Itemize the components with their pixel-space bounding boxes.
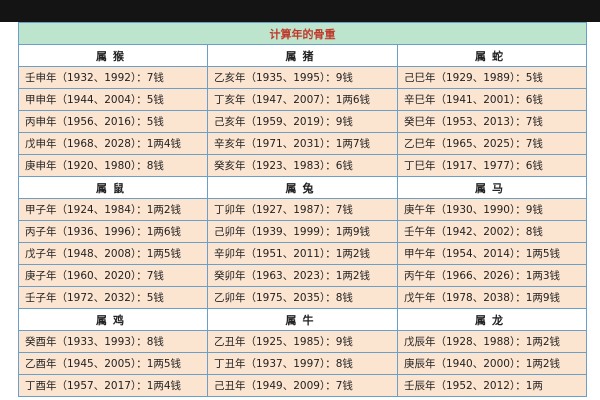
zodiac-header: 属马	[396, 176, 588, 199]
table-row: 丙申年（1956、2016）：5钱 己亥年（1959、2019）：9钱 癸巳年（19…	[18, 110, 588, 133]
year-weight-cell: 己亥年（1959、2019）：9钱	[207, 110, 398, 133]
year-weight-cell: 辛亥年（1971、2031）：1两7钱	[207, 132, 398, 155]
year-weight-cell: 辛巳年（1941、2001）：6钱	[396, 88, 588, 111]
year-weight-cell: 己丑年（1949、2009）：7钱	[207, 374, 398, 397]
year-weight-cell: 丙子年（1936、1996）：1两6钱	[18, 220, 208, 243]
year-weight-cell: 庚辰年（1940、2000）：1两2钱	[396, 352, 588, 375]
year-weight-cell: 戊申年（1968、2028）：1两4钱	[18, 132, 208, 155]
year-weight-cell: 乙酉年（1945、2005）：1两5钱	[18, 352, 208, 375]
year-weight-cell: 庚子年（1960、2020）：7钱	[18, 264, 208, 287]
year-weight-cell: 庚午年（1930、1990）：9钱	[396, 198, 588, 221]
section-header-row: 属鼠 属兔 属马	[18, 176, 588, 199]
table-row: 乙酉年（1945、2005）：1两5钱 丁丑年（1937、1997）：8钱 庚辰年（…	[18, 352, 588, 375]
table-title: 计算年的骨重	[18, 22, 588, 45]
year-weight-cell: 甲申年（1944、2004）：5钱	[18, 88, 208, 111]
year-weight-cell: 癸酉年（1933、1993）：8钱	[18, 330, 208, 353]
year-weight-cell: 己卯年（1939、1999）：1两9钱	[207, 220, 398, 243]
zodiac-header: 属龙	[396, 308, 588, 331]
year-weight-cell: 壬午年（1942、2002）：8钱	[396, 220, 588, 243]
table-row: 甲申年（1944、2004）：5钱 丁亥年（1947、2007）：1两6钱 辛巳年（…	[18, 88, 588, 111]
table-row: 壬子年（1972、2032）：5钱 乙卯年（1975、2035）：8钱 戊午年（19…	[18, 286, 588, 309]
year-weight-cell: 甲午年（1954、2014）：1两5钱	[396, 242, 588, 265]
zodiac-header: 属猴	[18, 44, 208, 67]
year-weight-cell: 壬辰年（1952、2012）：1两	[396, 374, 588, 397]
table-row: 癸酉年（1933、1993）：8钱 乙丑年（1925、1985）：9钱 戊辰年（19…	[18, 330, 588, 353]
year-weight-cell: 己巳年（1929、1989）：5钱	[396, 66, 588, 89]
zodiac-header: 属蛇	[396, 44, 588, 67]
table-row: 戊子年（1948、2008）：1两5钱 辛卯年（1951、2011）：1两2钱 甲午…	[18, 242, 588, 265]
zodiac-header: 属鸡	[18, 308, 208, 331]
table-row: 戊申年（1968、2028）：1两4钱 辛亥年（1971、2031）：1两7钱 乙巳…	[18, 132, 588, 155]
year-weight-cell: 庚申年（1920、1980）：8钱	[18, 154, 208, 177]
year-weight-cell: 癸卯年（1963、2023）：1两2钱	[207, 264, 398, 287]
year-weight-cell: 癸巳年（1953、2013）：7钱	[396, 110, 588, 133]
year-weight-cell: 戊子年（1948、2008）：1两5钱	[18, 242, 208, 265]
year-weight-cell: 丁酉年（1957、2017）：1两4钱	[18, 374, 208, 397]
year-weight-cell: 戊辰年（1928、1988）：1两2钱	[396, 330, 588, 353]
year-weight-cell: 丙午年（1966、2026）：1两3钱	[396, 264, 588, 287]
year-weight-cell: 癸亥年（1923、1983）：6钱	[207, 154, 398, 177]
year-weight-cell: 丁亥年（1947、2007）：1两6钱	[207, 88, 398, 111]
table-row: 丁酉年（1957、2017）：1两4钱 己丑年（1949、2009）：7钱 壬辰年（…	[18, 374, 588, 397]
year-weight-cell: 乙丑年（1925、1985）：9钱	[207, 330, 398, 353]
year-weight-cell: 丙申年（1956、2016）：5钱	[18, 110, 208, 133]
zodiac-header: 属兔	[207, 176, 398, 199]
bone-weight-table: 计算年的骨重 属猴 属猪 属蛇 壬申年（1932、1992）：7钱 乙亥年（1935、1…	[18, 22, 588, 397]
year-weight-cell: 乙亥年（1935、1995）：9钱	[207, 66, 398, 89]
top-bar	[0, 0, 600, 22]
year-weight-cell: 壬子年（1972、2032）：5钱	[18, 286, 208, 309]
year-weight-cell: 丁丑年（1937、1997）：8钱	[207, 352, 398, 375]
table-row: 甲子年（1924、1984）：1两2钱 丁卯年（1927、1987）：7钱 庚午年（…	[18, 198, 588, 221]
table-row: 庚子年（1960、2020）：7钱 癸卯年（1963、2023）：1两2钱 丙午年（…	[18, 264, 588, 287]
table-row: 壬申年（1932、1992）：7钱 乙亥年（1935、1995）：9钱 己巳年（19…	[18, 66, 588, 89]
table-container: 计算年的骨重 属猴 属猪 属蛇 壬申年（1932、1992）：7钱 乙亥年（1935、1…	[18, 22, 588, 400]
year-weight-cell: 丁卯年（1927、1987）：7钱	[207, 198, 398, 221]
section-header-row: 属猴 属猪 属蛇	[18, 44, 588, 67]
zodiac-header: 属猪	[207, 44, 398, 67]
year-weight-cell: 甲子年（1924、1984）：1两2钱	[18, 198, 208, 221]
year-weight-cell: 乙卯年（1975、2035）：8钱	[207, 286, 398, 309]
section-header-row: 属鸡 属牛 属龙	[18, 308, 588, 331]
zodiac-header: 属牛	[207, 308, 398, 331]
zodiac-header: 属鼠	[18, 176, 208, 199]
table-row: 丙子年（1936、1996）：1两6钱 己卯年（1939、1999）：1两9钱 壬午…	[18, 220, 588, 243]
year-weight-cell: 乙巳年（1965、2025）：7钱	[396, 132, 588, 155]
year-weight-cell: 壬申年（1932、1992）：7钱	[18, 66, 208, 89]
table-row: 庚申年（1920、1980）：8钱 癸亥年（1923、1983）：6钱 丁巳年（19…	[18, 154, 588, 177]
year-weight-cell: 丁巳年（1917、1977）：6钱	[396, 154, 588, 177]
year-weight-cell: 戊午年（1978、2038）：1两9钱	[396, 286, 588, 309]
year-weight-cell: 辛卯年（1951、2011）：1两2钱	[207, 242, 398, 265]
